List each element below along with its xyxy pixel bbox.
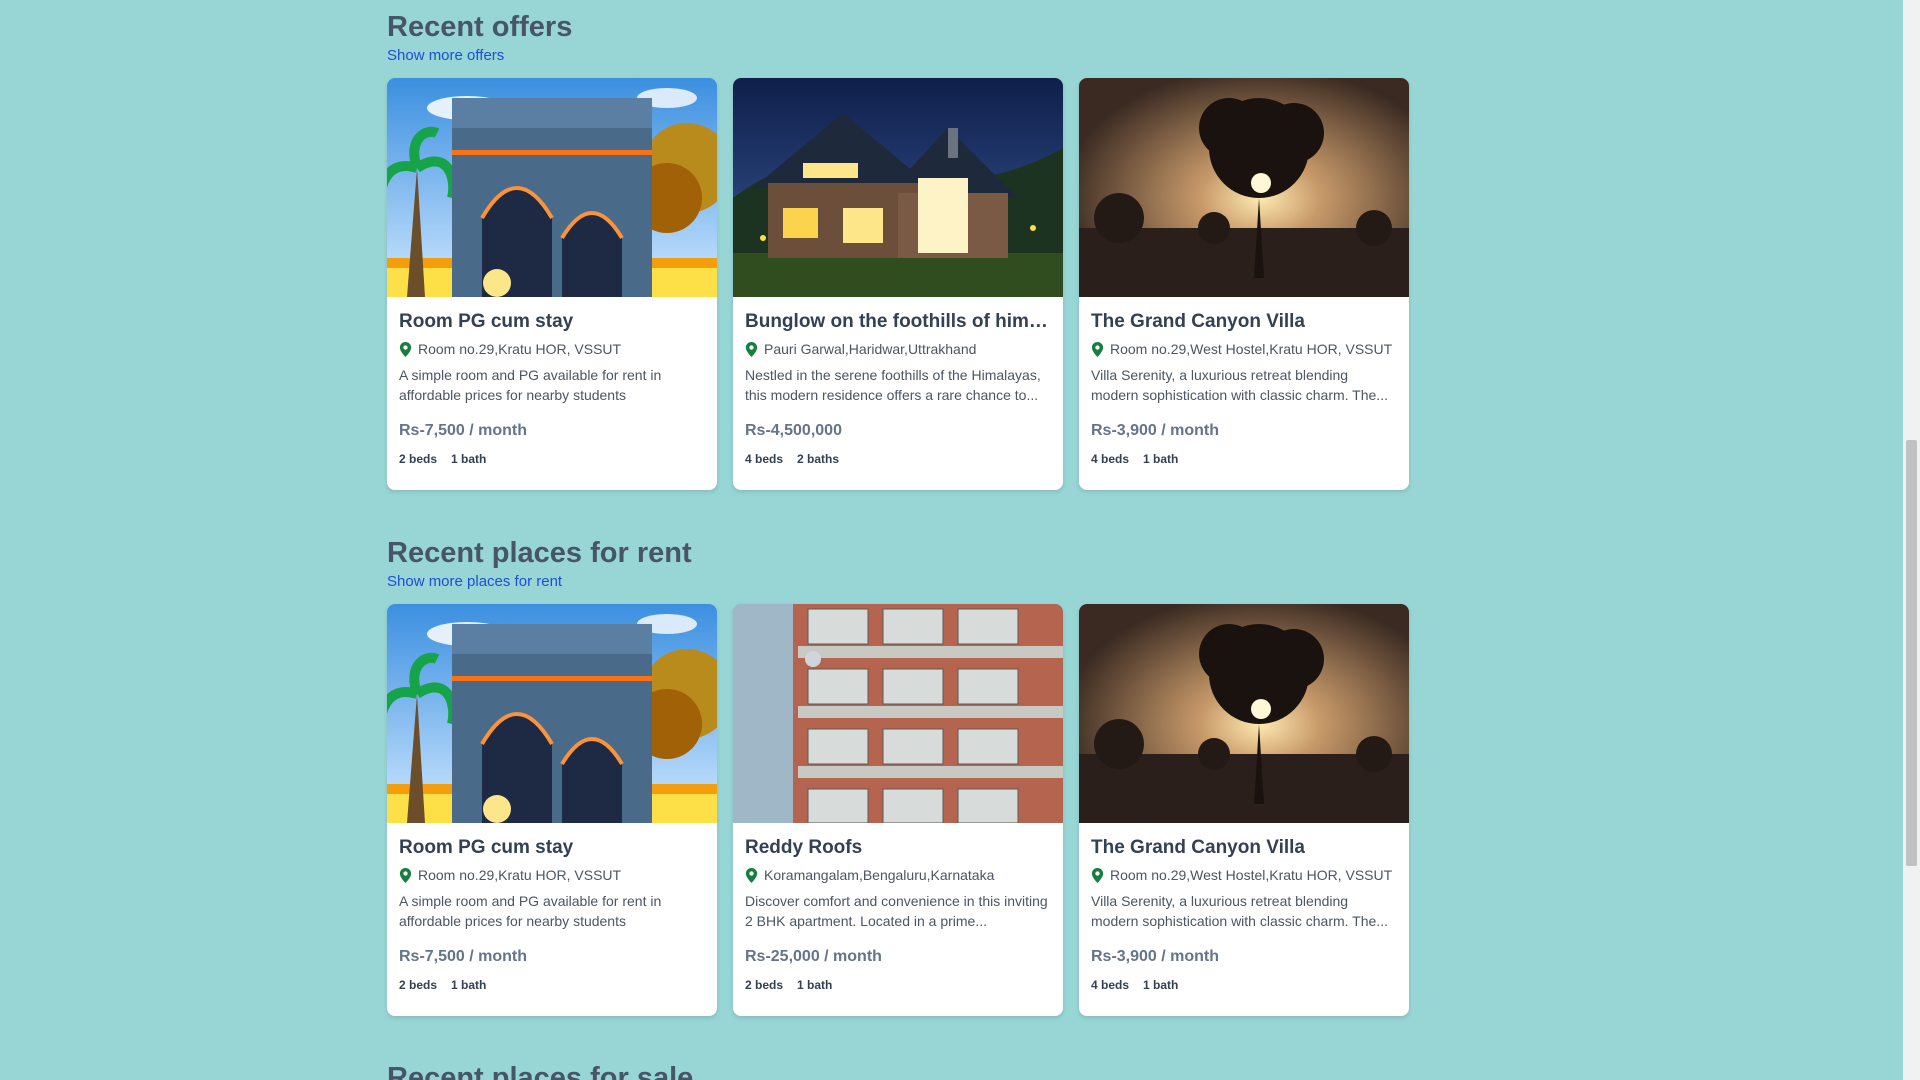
listing-price: Rs-7,500 / month [399,948,528,965]
listing-meta: 4 beds 1 bath [1091,978,1397,992]
listing-address: Koramangalam,Bengaluru,Karnataka [745,867,1051,883]
listing-price: Rs-3,900 / month [1091,948,1220,965]
listing-image [733,604,1063,823]
listing-baths: 2 baths [797,452,840,466]
vertical-scrollbar[interactable] [1903,0,1920,1080]
listing-title: Reddy Roofs [745,837,863,858]
listing-beds: 2 beds [399,452,438,466]
listing-beds: 4 beds [745,452,784,466]
listing-address-text: Room no.29,Kratu HOR, VSSUT [418,867,622,883]
listing-meta: 2 beds 1 bath [399,452,705,466]
listing-address-text: Koramangalam,Bengaluru,Karnataka [764,867,995,883]
listing-description: Villa Serenity, a luxurious retreat blen… [1091,893,1388,929]
listing-address-text: Room no.29,Kratu HOR, VSSUT [418,341,622,357]
listing-card[interactable]: Room PG cum stay Room no.29,Kratu HOR, V… [387,604,717,1016]
listing-baths: 1 bath [1143,978,1179,992]
listing-price: Rs-25,000 / month [745,948,882,965]
section-title: Recent offers [387,11,573,43]
listing-description: Villa Serenity, a luxurious retreat blen… [1091,367,1388,403]
listing-baths: 1 bath [451,452,487,466]
listing-price: Rs-7,500 / month [399,422,528,439]
listing-image [1079,604,1409,823]
listing-baths: 1 bath [797,978,833,992]
listing-card[interactable]: Reddy Roofs Koramangalam,Bengaluru,Karna… [733,604,1063,1016]
listing-card[interactable]: Room PG cum stay Room no.29,Kratu HOR, V… [387,78,717,490]
listing-description: A simple room and PG available for rent … [399,893,662,929]
location-pin-icon [399,341,412,357]
listing-beds: 4 beds [1091,978,1130,992]
listing-baths: 1 bath [1143,452,1179,466]
card-list: Room PG cum stay Room no.29,Kratu HOR, V… [387,604,1411,1016]
listing-title: Room PG cum stay [399,311,574,332]
listing-address: Pauri Garwal,Haridwar,Uttrakhand [745,341,1051,357]
listing-beds: 2 beds [745,978,784,992]
section-title: Recent places for rent [387,537,692,569]
listing-title: The Grand Canyon Villa [1091,837,1305,858]
card-list: Room PG cum stay Room no.29,Kratu HOR, V… [387,78,1411,490]
listing-description: Discover comfort and convenience in this… [745,893,1048,929]
listing-description: A simple room and PG available for rent … [399,367,662,403]
listing-address-text: Pauri Garwal,Haridwar,Uttrakhand [764,341,977,357]
location-pin-icon [1091,867,1104,883]
listing-address: Room no.29,West Hostel,Kratu HOR, VSSUT [1091,341,1397,357]
listing-title: Bunglow on the foothills of himalay... [745,311,1051,332]
listing-meta: 2 beds 1 bath [745,978,1051,992]
main-content: Recent offers Show more offers Room PG c… [387,0,1411,1080]
listing-baths: 1 bath [451,978,487,992]
listing-address: Room no.29,Kratu HOR, VSSUT [399,341,705,357]
listing-card[interactable]: Bunglow on the foothills of himalay... P… [733,78,1063,490]
listing-card[interactable]: The Grand Canyon Villa Room no.29,West H… [1079,78,1409,490]
show-more-offers-link[interactable]: Show more offers [387,47,504,64]
section-title: Recent places for sale [387,1062,694,1080]
listing-meta: 4 beds 1 bath [1091,452,1397,466]
section-recent-sale: Recent places for sale [387,1016,1411,1080]
listing-meta: 4 beds 2 baths [745,452,1051,466]
section-recent-rent: Recent places for rent Show more places … [387,490,1411,1016]
listing-image [1079,78,1409,297]
location-pin-icon [745,341,758,357]
listing-title: Room PG cum stay [399,837,574,858]
listing-address-text: Room no.29,West Hostel,Kratu HOR, VSSUT [1110,341,1393,357]
location-pin-icon [399,867,412,883]
location-pin-icon [1091,341,1104,357]
listing-image [387,604,717,823]
location-pin-icon [745,867,758,883]
listing-title: The Grand Canyon Villa [1091,311,1305,332]
listing-card[interactable]: The Grand Canyon Villa Room no.29,West H… [1079,604,1409,1016]
listing-description: Nestled in the serene foothills of the H… [745,367,1041,403]
listing-address: Room no.29,West Hostel,Kratu HOR, VSSUT [1091,867,1397,883]
listing-address: Room no.29,Kratu HOR, VSSUT [399,867,705,883]
listing-image [733,78,1063,297]
listing-price: Rs-3,900 / month [1091,422,1220,439]
listing-price: Rs-4,500,000 [745,422,842,439]
listing-image [387,78,717,297]
listing-meta: 2 beds 1 bath [399,978,705,992]
listing-beds: 4 beds [1091,452,1130,466]
listing-beds: 2 beds [399,978,438,992]
section-recent-offers: Recent offers Show more offers Room PG c… [387,0,1411,490]
listing-address-text: Room no.29,West Hostel,Kratu HOR, VSSUT [1110,867,1393,883]
listings-page: Recent offers Show more offers Room PG c… [0,0,1920,1080]
scrollbar-thumb[interactable] [1906,440,1917,866]
show-more-rent-link[interactable]: Show more places for rent [387,573,562,590]
